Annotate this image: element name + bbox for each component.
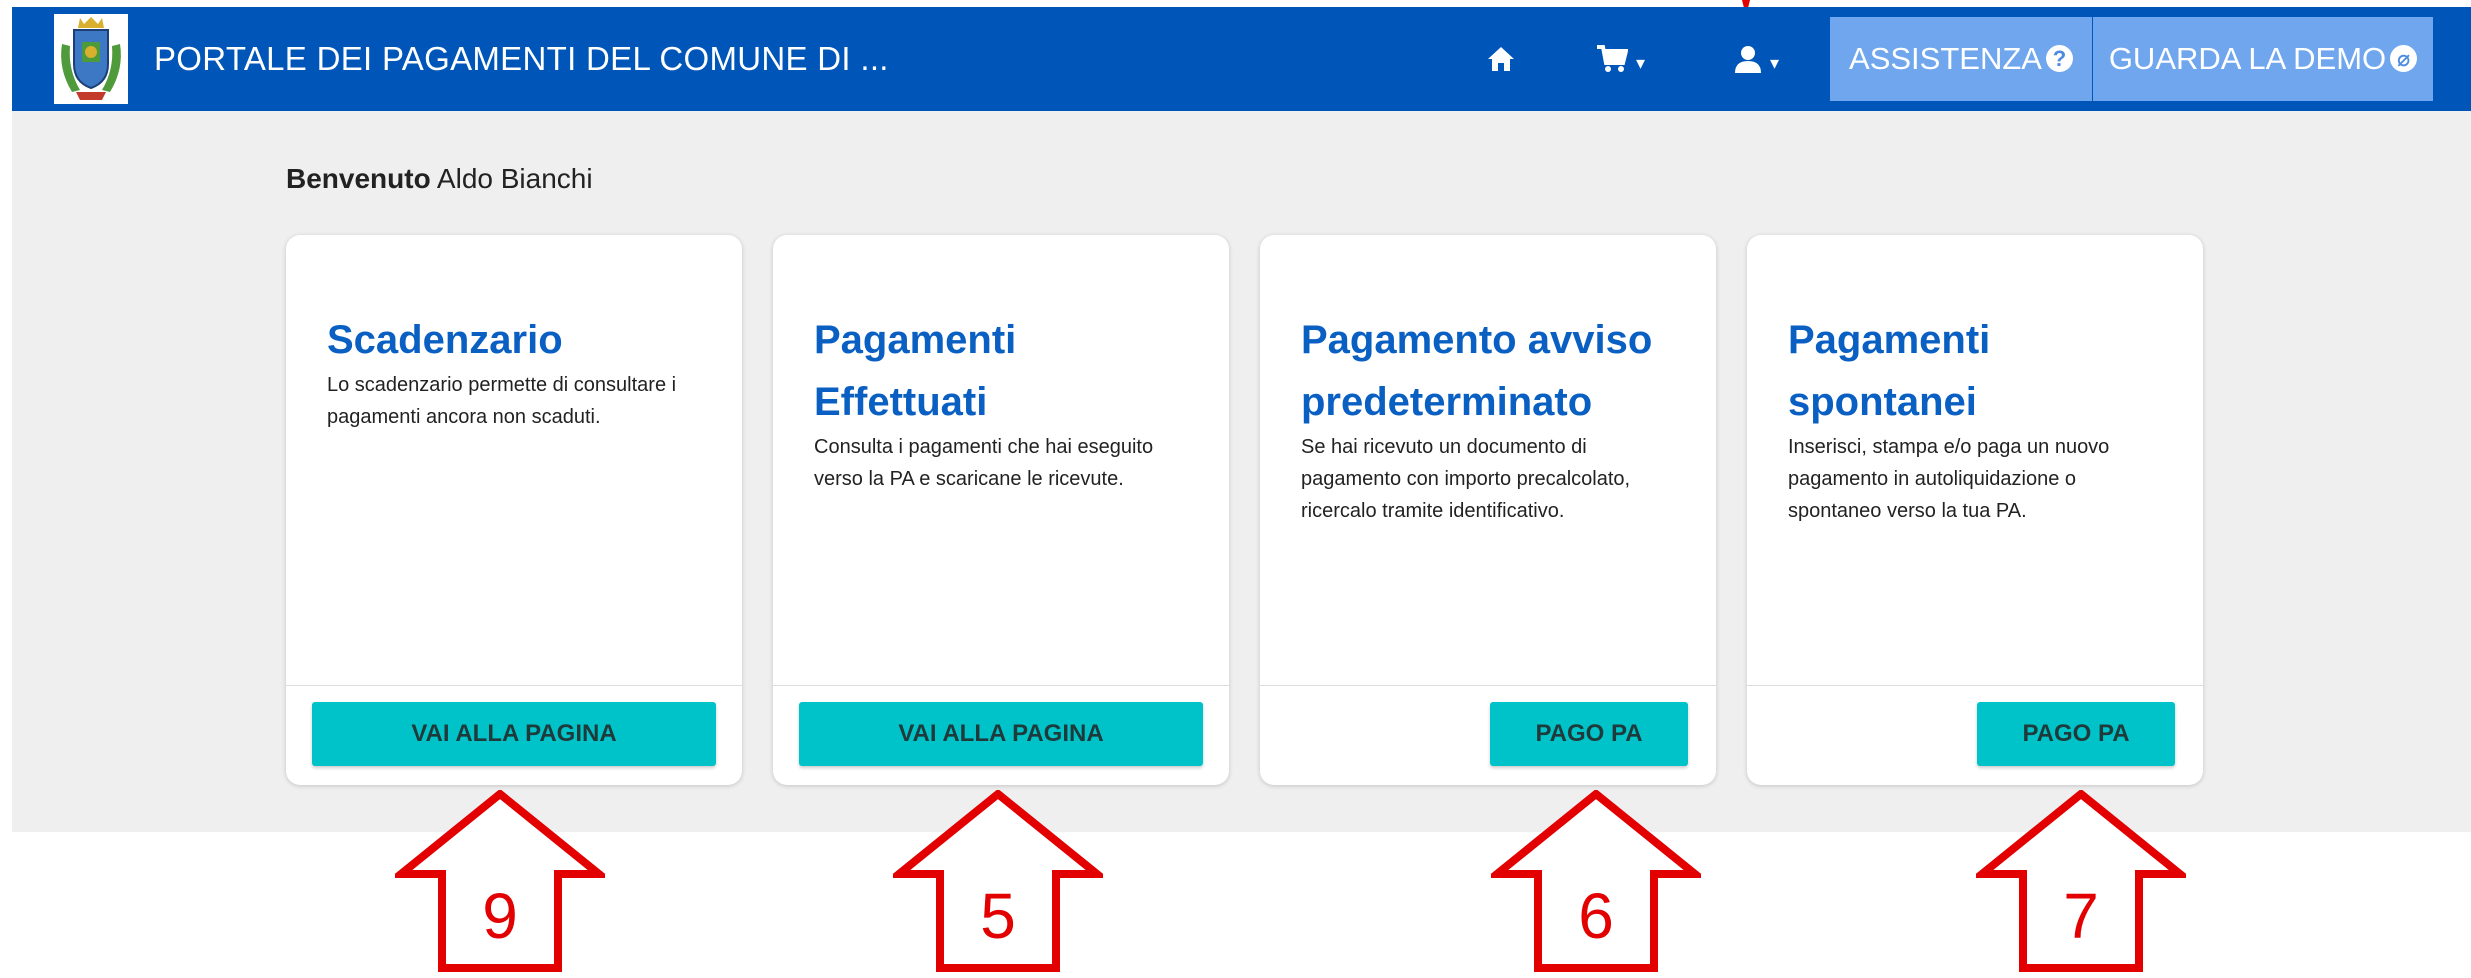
card-description: Consulta i pagamenti che hai eseguito ve… [814, 436, 1154, 490]
vai-alla-pagina-button[interactable]: VAI ALLA PAGINA [799, 702, 1203, 766]
vai-alla-pagina-button[interactable]: VAI ALLA PAGINA [312, 702, 716, 766]
compass-icon: ⌀ [2390, 45, 2418, 73]
annotation-number: 6 [1578, 880, 1614, 952]
annotation-number: 5 [980, 880, 1016, 952]
card-divider [1747, 685, 2203, 686]
cart-icon [1597, 45, 1628, 72]
pago-pa-button[interactable]: PAGO PA [1977, 702, 2175, 766]
demo-label: GUARDA LA DEMO [2108, 41, 2387, 76]
card-divider [773, 685, 1229, 686]
pago-pa-button[interactable]: PAGO PA [1490, 702, 1688, 766]
card-pagamenti-effettuati: Pagamenti Effettuati Consulta i pagament… [773, 235, 1229, 785]
user-dropdown[interactable]: ▾ [1734, 41, 1779, 77]
assistance-label: ASSISTENZA [1849, 41, 2042, 76]
card-title: Pagamento avviso predeterminato [1301, 318, 1653, 424]
card-pagamento-avviso: Pagamento avviso predeterminato Se hai r… [1260, 235, 1716, 785]
assistance-button[interactable]: ASSISTENZA? [1830, 17, 2092, 101]
card-divider [286, 685, 742, 686]
help-icon: ? [2045, 45, 2073, 73]
portal-title: PORTALE DEI PAGAMENTI DEL COMUNE DI ... [154, 40, 889, 77]
welcome-prefix: Benvenuto [286, 163, 431, 194]
card-description: Inserisci, stampa e/o paga un nuovo paga… [1788, 436, 2110, 522]
home-icon [1488, 47, 1514, 71]
annotation-number: 9 [482, 880, 518, 952]
card-title: Pagamenti Effettuati [814, 318, 1017, 424]
card-scadenzario: Scadenzario Lo scadenzario permette di c… [286, 235, 742, 785]
demo-button[interactable]: GUARDA LA DEMO ⌀ [2093, 17, 2433, 101]
user-icon [1735, 46, 1761, 73]
card-divider [1260, 685, 1716, 686]
welcome-message: Benvenuto Aldo Bianchi [286, 163, 593, 195]
cart-dropdown[interactable]: ▾ [1596, 41, 1645, 77]
chevron-down-icon: ▾ [1770, 52, 1780, 73]
coat-of-arms-icon [54, 14, 128, 104]
card-pagamenti-spontanei: Pagamenti spontanei Inserisci, stampa e/… [1747, 235, 2203, 785]
card-description: Lo scadenzario permette di consultare i … [327, 374, 677, 428]
card-description: Se hai ricevuto un documento di pagament… [1301, 436, 1631, 522]
annotation-arrow-9: 9 [389, 788, 611, 973]
annotation-arrow-7: 7 [1970, 788, 2192, 973]
card-title: Scadenzario [327, 318, 563, 362]
chevron-down-icon: ▾ [1636, 52, 1646, 73]
card-title: Pagamenti spontanei [1788, 318, 1991, 424]
user-name: Aldo Bianchi [436, 163, 593, 194]
annotation-arrow-5: 5 [887, 788, 1109, 973]
annotation-number: 7 [2063, 880, 2099, 952]
annotation-arrow-6: 6 [1485, 788, 1707, 973]
main-content: Benvenuto Aldo Bianchi Scadenzario Lo sc… [12, 111, 2471, 832]
home-nav-button[interactable] [1486, 41, 1516, 77]
top-navbar: PORTALE DEI PAGAMENTI DEL COMUNE DI ... … [12, 7, 2471, 111]
